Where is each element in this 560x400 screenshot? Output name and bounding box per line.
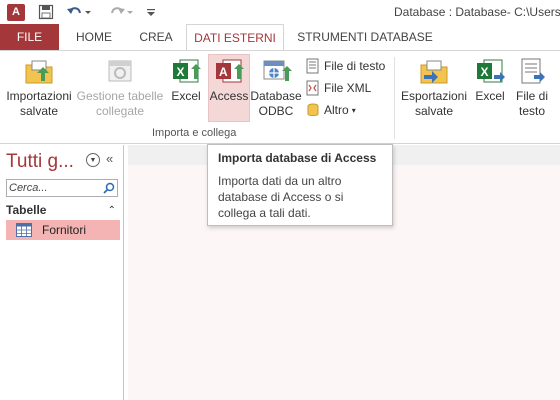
app-icon-letter: A <box>7 3 25 21</box>
tab-external-data[interactable]: DATI ESTERNI <box>186 24 284 51</box>
search-button[interactable] <box>102 181 116 195</box>
redo-button[interactable] <box>106 2 136 22</box>
saved-imports-icon <box>25 60 53 84</box>
svg-text:A: A <box>219 65 228 79</box>
import-xml-file-label: File XML <box>324 81 372 95</box>
tab-file[interactable]: FILE <box>0 24 59 50</box>
linked-table-manager-label: Gestione tabelle collegate <box>76 89 164 118</box>
import-odbc-label: Database ODBC <box>250 89 302 118</box>
tab-create[interactable]: CREA <box>128 24 184 50</box>
navigation-pane: Tutti g... ▼ « Tabelle ⌃ Fornitori <box>0 145 124 400</box>
import-access-button[interactable]: A Access <box>208 54 250 122</box>
chevron-down-icon: ▼ <box>89 156 97 164</box>
nav-pane-title[interactable]: Tutti g... <box>6 151 74 173</box>
saved-exports-icon <box>420 60 448 84</box>
access-app-icon[interactable]: A <box>6 2 26 22</box>
nav-menu-button[interactable]: ▼ <box>86 153 100 167</box>
redo-icon <box>111 7 133 14</box>
saved-imports-label: Importazioni salvate <box>6 89 72 118</box>
access-import-tooltip: Importa database di Access Importa dati … <box>207 144 393 226</box>
access-db-icon: A <box>216 59 244 83</box>
import-odbc-button[interactable]: Database ODBC <box>250 55 302 119</box>
ribbon-tabs: FILE HOME CREA DATI ESTERNI STRUMENTI DA… <box>0 24 560 51</box>
customize-dropdown-icon <box>147 9 155 16</box>
saved-exports-button[interactable]: Esportazioni salvate <box>400 55 468 119</box>
save-icon <box>38 4 54 20</box>
save-button[interactable] <box>36 2 56 22</box>
undo-icon <box>67 7 91 14</box>
import-text-file-label: File di testo <box>324 59 386 73</box>
customize-toolbar-button[interactable] <box>144 2 158 22</box>
import-access-label: Access <box>209 89 249 103</box>
window-title: Database : Database- C:\Users\ <box>394 5 560 19</box>
more-database-icon <box>307 103 319 116</box>
excel-icon: X <box>173 59 201 83</box>
tooltip-title: Importa database di Access <box>218 151 377 165</box>
svg-text:X: X <box>481 65 489 79</box>
saved-exports-label: Esportazioni salvate <box>400 89 468 118</box>
xml-file-icon <box>306 80 319 96</box>
table-icon <box>16 223 32 237</box>
more-dropdown-icon: ▾ <box>351 105 356 115</box>
nav-item-fornitori[interactable]: Fornitori <box>6 220 120 240</box>
import-excel-label: Excel <box>171 89 201 103</box>
export-excel-button[interactable]: X Excel <box>472 55 508 104</box>
nav-search-input[interactable] <box>7 180 101 196</box>
import-text-file-button[interactable]: File di testo <box>305 56 385 76</box>
import-more-label: Altro <box>324 103 349 117</box>
tab-database-tools[interactable]: STRUMENTI DATABASE <box>290 24 440 50</box>
group-separator <box>394 57 395 139</box>
undo-button[interactable] <box>64 2 94 22</box>
saved-imports-button[interactable]: Importazioni salvate <box>4 55 74 119</box>
import-xml-file-button[interactable]: File XML <box>305 78 371 98</box>
double-chevron-left-icon: « <box>106 151 114 166</box>
tables-group-label: Tabelle <box>6 203 47 217</box>
import-excel-button[interactable]: X Excel <box>168 55 204 104</box>
text-file-icon <box>306 58 319 74</box>
nav-collapse-button[interactable]: « <box>106 151 113 166</box>
linked-table-manager-icon <box>108 60 132 82</box>
export-excel-icon: X <box>477 59 505 83</box>
import-link-group-label: Importa e collega <box>152 127 237 139</box>
import-more-button[interactable]: Altro ▾ <box>305 100 356 120</box>
linked-table-manager-button[interactable]: Gestione tabelle collegate <box>76 55 164 119</box>
title-bar: A Database : Database- C:\Users\ <box>0 0 560 24</box>
export-excel-label: Excel <box>475 89 505 103</box>
search-icon <box>103 182 115 194</box>
odbc-database-icon <box>263 60 292 81</box>
export-text-file-button[interactable]: File di testo <box>512 55 552 119</box>
tooltip-body: Importa dati da un altro database di Acc… <box>218 174 344 220</box>
ribbon: Importazioni salvate Gestione tabelle co… <box>0 50 560 144</box>
tab-home[interactable]: HOME <box>67 24 121 50</box>
export-text-file-label: File di testo <box>515 89 548 118</box>
double-chevron-up-icon: ⌃ <box>107 204 116 216</box>
export-text-file-icon <box>521 58 545 84</box>
nav-item-label: Fornitori <box>42 223 87 237</box>
nav-search-box <box>6 179 118 197</box>
svg-text:X: X <box>177 65 185 79</box>
tables-group-header[interactable]: Tabelle ⌃ <box>6 201 120 219</box>
